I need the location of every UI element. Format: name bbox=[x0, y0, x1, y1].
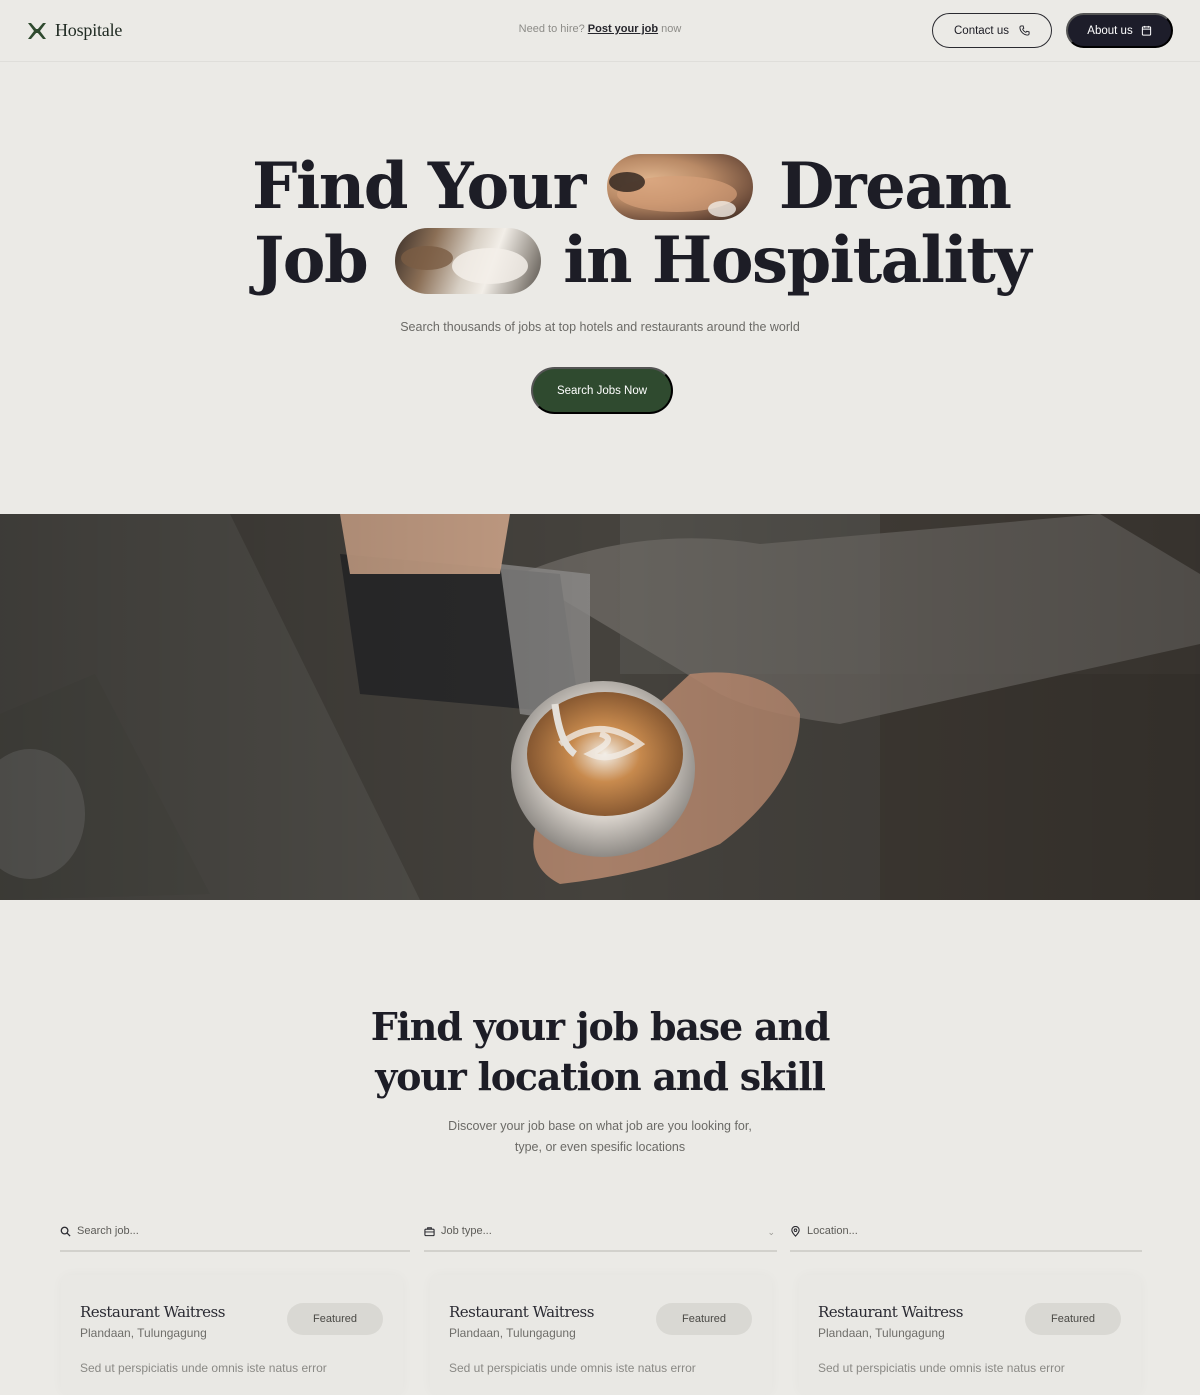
job-title: Restaurant Waitress bbox=[80, 1303, 225, 1321]
job-card[interactable]: Restaurant Waitress Plandaan, Tulungagun… bbox=[61, 1275, 403, 1395]
chevron-down-icon: ⌄ bbox=[767, 1227, 775, 1237]
job-card[interactable]: Restaurant Waitress Plandaan, Tulungagun… bbox=[799, 1275, 1141, 1395]
featured-badge: Featured bbox=[1025, 1303, 1121, 1335]
search-job-placeholder: Search job... bbox=[77, 1225, 139, 1237]
section-subtitle-line-2: type, or even spesific locations bbox=[514, 1140, 686, 1154]
hire-prompt-suffix: now bbox=[661, 23, 682, 35]
job-type-select[interactable]: Job type... ⌄ bbox=[424, 1212, 777, 1252]
hero-title-line-2: Job in Hospitality bbox=[254, 223, 1031, 298]
section-title-line-2: your location and skill bbox=[375, 1054, 826, 1099]
top-nav: Hospitale Need to hire? Post your job no… bbox=[0, 0, 1200, 62]
nav-actions: Contact us About us bbox=[932, 13, 1173, 48]
hero-title-line-1: Find Your Dream bbox=[252, 149, 1012, 224]
hero-title-dream: Dream bbox=[778, 149, 1012, 224]
search-jobs-button[interactable]: Search Jobs Now bbox=[531, 367, 673, 414]
section-title: Find your job base and your location and… bbox=[0, 1002, 1200, 1102]
hire-prompt-text: Need to hire? bbox=[518, 23, 585, 35]
job-location: Plandaan, Tulungagung bbox=[818, 1326, 945, 1340]
location-pin-icon bbox=[791, 1225, 800, 1237]
section-subtitle-line-1: Discover your job base on what job are y… bbox=[448, 1119, 752, 1133]
featured-badge: Featured bbox=[656, 1303, 752, 1335]
job-filters: Search job... Job type... ⌄ Location... bbox=[60, 1212, 1142, 1252]
calendar-icon bbox=[1141, 25, 1151, 36]
job-description: Sed ut perspiciatis unde omnis iste natu… bbox=[80, 1361, 327, 1375]
hero-spa-image bbox=[606, 154, 753, 220]
contact-us-button[interactable]: Contact us bbox=[932, 13, 1052, 48]
brand-logo-icon bbox=[28, 22, 46, 39]
hero-title-find-your: Find Your bbox=[252, 149, 586, 224]
search-icon bbox=[60, 1226, 71, 1237]
location-placeholder: Location... bbox=[807, 1225, 858, 1237]
job-title: Restaurant Waitress bbox=[818, 1303, 963, 1321]
job-description: Sed ut perspiciatis unde omnis iste natu… bbox=[449, 1361, 696, 1375]
section-subtitle: Discover your job base on what job are y… bbox=[0, 1116, 1200, 1158]
post-job-link[interactable]: Post your job bbox=[588, 23, 658, 35]
contact-us-label: Contact us bbox=[954, 24, 1009, 37]
brand[interactable]: Hospitale bbox=[27, 20, 122, 41]
job-location: Plandaan, Tulungagung bbox=[80, 1326, 207, 1340]
about-us-label: About us bbox=[1087, 24, 1133, 37]
about-us-button[interactable]: About us bbox=[1066, 13, 1173, 48]
hero-title-in-hospitality: in Hospitality bbox=[563, 223, 1031, 298]
phone-icon bbox=[1019, 25, 1030, 36]
search-job-input[interactable]: Search job... bbox=[60, 1212, 410, 1252]
job-location: Plandaan, Tulungagung bbox=[449, 1326, 576, 1340]
featured-badge: Featured bbox=[287, 1303, 383, 1335]
hero-title-job: Job bbox=[254, 223, 369, 298]
hero-subtitle: Search thousands of jobs at top hotels a… bbox=[400, 320, 800, 334]
barista-latte-image bbox=[0, 514, 1200, 900]
hero-waiter-image bbox=[395, 228, 542, 294]
job-description: Sed ut perspiciatis unde omnis iste natu… bbox=[818, 1361, 1065, 1375]
location-input[interactable]: Location... bbox=[790, 1212, 1142, 1252]
briefcase-icon bbox=[424, 1226, 435, 1236]
job-type-placeholder: Job type... bbox=[441, 1225, 492, 1237]
section-title-line-1: Find your job base and bbox=[370, 1004, 831, 1049]
brand-name: Hospitale bbox=[55, 20, 123, 40]
job-title: Restaurant Waitress bbox=[449, 1303, 594, 1321]
job-card[interactable]: Restaurant Waitress Plandaan, Tulungagun… bbox=[430, 1275, 772, 1395]
